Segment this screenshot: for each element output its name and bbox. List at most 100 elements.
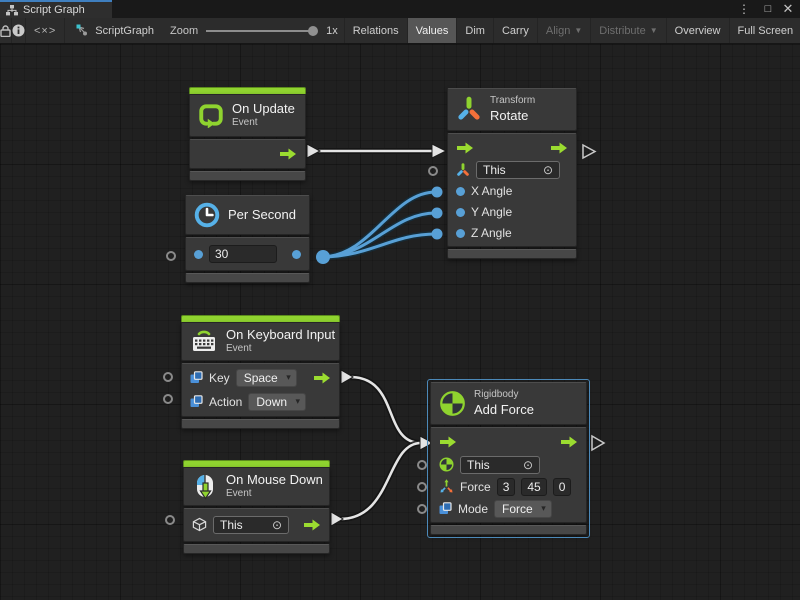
- value-port-dot[interactable]: [456, 187, 465, 196]
- lock-icon: [0, 25, 11, 37]
- carry-button[interactable]: Carry: [494, 18, 538, 43]
- graph-toolbar: <×> ScriptGraph Zoom 1x Relations Values…: [0, 18, 800, 44]
- input-port-circle-rotate-this[interactable]: [428, 166, 438, 176]
- target-picker-icon[interactable]: ⊙: [523, 459, 533, 471]
- flow-output-arrow-icon[interactable]: [560, 436, 578, 448]
- graph-name: ScriptGraph: [95, 25, 154, 37]
- window-menu-icon[interactable]: ⋮: [736, 0, 752, 18]
- this-field-value: This: [220, 518, 243, 532]
- flow-continuation-icon: [583, 145, 595, 158]
- flow-input-arrow-icon[interactable]: [439, 436, 457, 448]
- node-footer: [430, 525, 587, 535]
- node-rigidbody-add-force[interactable]: Rigidbody Add Force This: [430, 382, 587, 535]
- node-category: Rigidbody: [474, 389, 534, 402]
- transform-icon: [456, 163, 470, 177]
- wire-keyboard-to-addforce: [341, 370, 421, 443]
- zoom-value: 1x: [326, 25, 338, 37]
- input-port-circle-addforce-this[interactable]: [417, 460, 427, 470]
- distribute-button[interactable]: Distribute▼: [591, 18, 666, 43]
- value-port-dot[interactable]: [456, 229, 465, 238]
- value-port-dot[interactable]: [194, 250, 203, 259]
- graph-node-icon: [75, 24, 89, 37]
- this-object-field[interactable]: This ⊙: [460, 456, 540, 474]
- chevron-down-icon: ▼: [574, 26, 582, 35]
- rigidbody-icon: [439, 390, 466, 417]
- info-icon: [12, 24, 25, 37]
- gameobject-cube-icon: [192, 517, 207, 532]
- value-port-dot[interactable]: [456, 208, 465, 217]
- mode-dropdown[interactable]: Force: [494, 500, 552, 518]
- target-picker-icon[interactable]: ⊙: [543, 164, 553, 176]
- port-label-y-angle: Y Angle: [471, 205, 512, 219]
- per-second-value: 30: [215, 247, 228, 261]
- force-label: Force: [460, 480, 491, 494]
- vector3-icon: [439, 479, 454, 494]
- flow-output-arrow-icon[interactable]: [279, 148, 297, 160]
- relations-button[interactable]: Relations: [345, 18, 408, 43]
- node-footer: [183, 544, 330, 554]
- window-close-icon[interactable]: ✕: [780, 0, 796, 18]
- this-object-field[interactable]: This ⊙: [476, 161, 560, 179]
- mode-value: Force: [502, 502, 533, 516]
- this-object-field[interactable]: This ⊙: [213, 516, 289, 534]
- node-subtitle: Event: [232, 117, 295, 130]
- keyboard-icon: [190, 328, 218, 354]
- chevron-down-icon: ▼: [650, 26, 658, 35]
- force-x-field[interactable]: 3: [497, 478, 516, 496]
- values-button[interactable]: Values: [408, 18, 458, 43]
- node-footer: [185, 273, 310, 283]
- node-title: Add Force: [474, 402, 534, 418]
- flow-output-arrow-icon[interactable]: [303, 519, 321, 531]
- dim-button[interactable]: Dim: [457, 18, 494, 43]
- node-on-update[interactable]: On Update Event: [189, 87, 306, 181]
- node-title: On Keyboard Input: [226, 327, 335, 343]
- action-value: Down: [256, 395, 287, 409]
- flow-output-arrow-icon[interactable]: [313, 372, 331, 384]
- wire-onupdate-to-rotate: [307, 144, 446, 158]
- this-field-value: This: [483, 163, 506, 177]
- window-maximize-icon[interactable]: □: [760, 0, 776, 18]
- full-screen-button[interactable]: Full Screen: [730, 18, 800, 43]
- force-x-value: 3: [503, 480, 510, 494]
- on-update-icon: [198, 102, 224, 128]
- wire-persecond-to-angles: [316, 187, 443, 265]
- tab-script-graph[interactable]: Script Graph: [0, 0, 112, 18]
- force-y-field[interactable]: 45: [521, 478, 546, 496]
- node-on-keyboard-input[interactable]: On Keyboard Input Event Key Space: [181, 315, 340, 429]
- window-title-bar: Script Graph ⋮ □ ✕: [0, 0, 800, 18]
- flow-input-arrow-icon[interactable]: [456, 142, 474, 154]
- value-output-dot[interactable]: [292, 250, 301, 259]
- input-port-circle-mousedown-this[interactable]: [165, 515, 175, 525]
- key-dropdown[interactable]: Space: [236, 369, 297, 387]
- enum-type-icon: [439, 502, 452, 515]
- node-category: Transform: [490, 95, 535, 108]
- target-picker-icon[interactable]: ⊙: [272, 519, 282, 531]
- key-value: Space: [244, 371, 278, 385]
- action-dropdown[interactable]: Down: [248, 393, 306, 411]
- zoom-slider-knob[interactable]: [308, 26, 318, 36]
- input-port-circle-persecond[interactable]: [166, 251, 176, 261]
- tab-label: Script Graph: [23, 4, 85, 16]
- per-second-value-field[interactable]: 30: [209, 245, 277, 263]
- node-transform-rotate[interactable]: Transform Rotate This: [447, 88, 577, 259]
- event-accent-bar: [181, 315, 340, 322]
- code-preview-button[interactable]: <×>: [26, 18, 65, 43]
- input-port-circle-key[interactable]: [163, 372, 173, 382]
- input-port-circle-action[interactable]: [163, 394, 173, 404]
- node-per-second[interactable]: Per Second 30: [185, 195, 310, 283]
- mode-label: Mode: [458, 502, 488, 516]
- transform-icon: [456, 96, 482, 122]
- flow-output-arrow-icon[interactable]: [550, 142, 568, 154]
- node-on-mouse-down[interactable]: On Mouse Down Event This ⊙: [183, 460, 330, 554]
- zoom-slider[interactable]: [206, 25, 318, 37]
- graph-breadcrumb[interactable]: ScriptGraph: [65, 18, 164, 43]
- force-z-field[interactable]: 0: [553, 478, 572, 496]
- graph-canvas[interactable]: On Update Event Transform Rotate: [0, 44, 800, 600]
- input-port-circle-addforce-mode[interactable]: [417, 504, 427, 514]
- lock-button[interactable]: [0, 18, 12, 43]
- overview-button[interactable]: Overview: [667, 18, 730, 43]
- info-button[interactable]: [12, 18, 26, 43]
- align-button[interactable]: Align ▼: [538, 18, 591, 43]
- input-port-circle-addforce-force[interactable]: [417, 482, 427, 492]
- align-label: Align: [546, 25, 570, 37]
